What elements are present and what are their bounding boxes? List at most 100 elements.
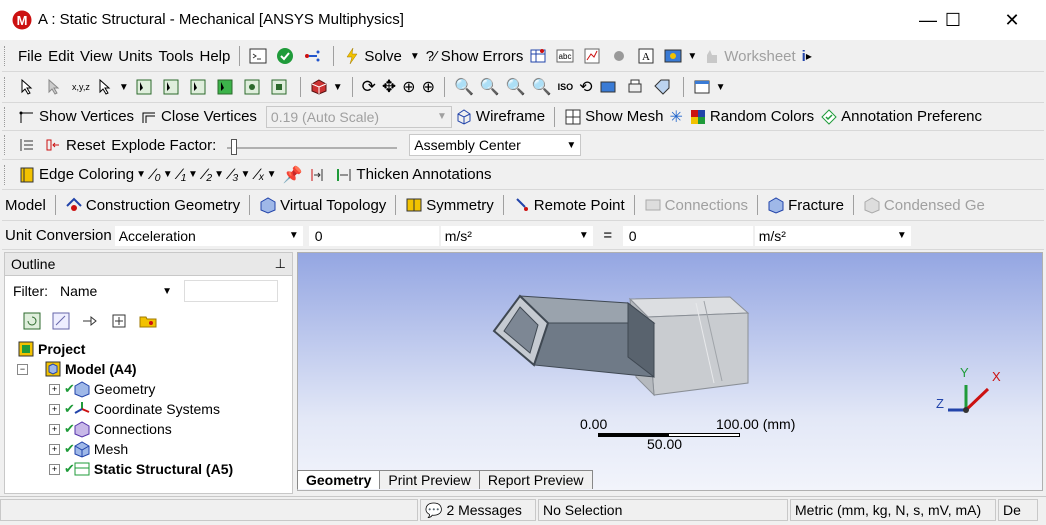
select-mode-icon[interactable]: [42, 75, 69, 99]
connect-icon[interactable]: [300, 44, 327, 68]
annotation-a-icon[interactable]: A: [634, 44, 661, 68]
units-status[interactable]: Metric (mm, kg, N, s, mV, mA): [790, 499, 996, 521]
annotation-preferences-button[interactable]: Annotation Preferenc: [817, 105, 985, 129]
tab-print-preview[interactable]: Print Preview: [379, 470, 480, 489]
show-vertices-button[interactable]: Show Vertices: [15, 105, 137, 129]
info-cursor-icon[interactable]: i ▸: [799, 44, 815, 68]
iso-view-icon[interactable]: ISO: [555, 75, 577, 99]
edge-filter-icon[interactable]: [159, 75, 186, 99]
value-out-input[interactable]: 0: [622, 225, 753, 246]
command-prompt-icon[interactable]: [246, 44, 273, 68]
explode-view-icon[interactable]: ✳: [666, 105, 685, 129]
fracture-button[interactable]: Fracture: [764, 193, 847, 217]
expand-toggle[interactable]: +: [49, 403, 60, 415]
face-filter-icon[interactable]: [186, 75, 213, 99]
collapse-tree-icon[interactable]: [52, 312, 70, 330]
pin-icon[interactable]: 📌: [279, 163, 305, 187]
remote-point-button[interactable]: Remote Point: [510, 193, 628, 217]
close-button[interactable]: ✕: [990, 6, 1034, 34]
refresh-tree-icon[interactable]: [23, 312, 41, 330]
menu-view[interactable]: View: [77, 44, 115, 68]
menu-edit[interactable]: Edit: [45, 44, 77, 68]
assembly-center-select[interactable]: Assembly Center ▼: [409, 134, 582, 156]
tree-node-geometry[interactable]: + ✔ Geometry: [49, 379, 155, 399]
unit-in-select[interactable]: m/s² ▼: [440, 225, 593, 246]
edge-x-dropdown[interactable]: ∕ₓ ▼: [253, 163, 279, 187]
filter-select[interactable]: Name ▼: [56, 281, 176, 301]
previous-view-icon[interactable]: ⟲: [576, 75, 595, 99]
connections-button[interactable]: Connections: [641, 193, 751, 217]
window-layout-dropdown[interactable]: ▼: [690, 75, 729, 99]
menu-help[interactable]: Help: [197, 44, 234, 68]
expand-toggle[interactable]: +: [49, 383, 60, 395]
abc-icon[interactable]: abc: [553, 44, 580, 68]
condensed-geometry-button[interactable]: Condensed Ge: [860, 193, 988, 217]
xyz-select-icon[interactable]: x,y,z: [69, 75, 93, 99]
tree-node-connections[interactable]: + ✔ Connections: [49, 419, 172, 439]
tree-node-coordinate-systems[interactable]: + ✔ Coordinate Systems: [49, 399, 220, 419]
vertex-filter-icon[interactable]: [132, 75, 159, 99]
print-icon[interactable]: [623, 75, 650, 99]
cube-dropdown[interactable]: ▼: [307, 75, 346, 99]
tag-icon[interactable]: [650, 75, 677, 99]
thicken-annotations-button[interactable]: Thicken Annotations: [332, 163, 494, 187]
pin-panel-icon[interactable]: ⊥: [275, 256, 286, 272]
close-vertices-button[interactable]: Close Vertices: [137, 105, 260, 129]
zoom-green-icon[interactable]: 🔍: [503, 75, 529, 99]
angle-units-status[interactable]: De: [998, 499, 1038, 521]
body-filter-icon[interactable]: [213, 75, 240, 99]
edge-2-dropdown[interactable]: ∕₂ ▼: [201, 163, 227, 187]
tree-node-model[interactable]: − Model (A4): [17, 359, 137, 379]
check-icon[interactable]: [273, 44, 300, 68]
edge-0-dropdown[interactable]: ∕₀ ▼: [149, 163, 176, 187]
table-icon[interactable]: [526, 44, 553, 68]
expand-tree-icon[interactable]: [81, 312, 99, 330]
rotate-icon[interactable]: ⟳: [359, 75, 379, 99]
virtual-topology-button[interactable]: Virtual Topology: [256, 193, 389, 217]
tree-node-project[interactable]: Project: [17, 339, 85, 359]
zoom-fit-icon[interactable]: 🔍: [451, 75, 477, 99]
tree-node-mesh[interactable]: + ✔ Mesh: [49, 439, 128, 459]
symmetry-button[interactable]: Symmetry: [402, 193, 497, 217]
pointer-icon[interactable]: [15, 75, 42, 99]
show-errors-button[interactable]: ?⁄ Show Errors: [423, 44, 527, 68]
tab-geometry[interactable]: Geometry: [297, 470, 381, 489]
collapse-toggle[interactable]: −: [17, 363, 28, 375]
edge-1-dropdown[interactable]: ∕₁ ▼: [176, 163, 201, 187]
filter-search-input[interactable]: [184, 280, 278, 302]
expand-all-icon[interactable]: [110, 312, 128, 330]
zoom-icon[interactable]: ⊕: [399, 75, 418, 99]
worksheet-button[interactable]: Worksheet: [700, 44, 798, 68]
expand-toggle[interactable]: +: [49, 443, 60, 455]
menu-tools[interactable]: Tools: [155, 44, 196, 68]
construction-geometry-button[interactable]: Construction Geometry: [62, 193, 243, 217]
selection-type-dropdown[interactable]: ▼: [93, 75, 132, 99]
edge-3-dropdown[interactable]: ∕₃ ▼: [227, 163, 253, 187]
thin-annotations-icon[interactable]: [305, 163, 332, 187]
solve-button[interactable]: Solve: [340, 44, 405, 68]
show-mesh-button[interactable]: Show Mesh: [561, 105, 666, 129]
gear-hand-icon[interactable]: [607, 44, 634, 68]
tab-report-preview[interactable]: Report Preview: [478, 470, 593, 489]
explode-factor-slider[interactable]: [227, 135, 398, 155]
menu-file[interactable]: File: [15, 44, 45, 68]
folder-icon[interactable]: [139, 312, 157, 330]
edge-coloring-dropdown[interactable]: Edge Coloring ▼: [15, 163, 149, 187]
expand-toggle[interactable]: +: [49, 423, 60, 435]
zoom-box-icon[interactable]: ⊕: [419, 75, 438, 99]
expand-toggle[interactable]: +: [49, 463, 60, 475]
unit-out-select[interactable]: m/s² ▼: [754, 225, 911, 246]
graphics-viewport[interactable]: 0.00 100.00 (mm) 50.00 Y X Z: [297, 252, 1043, 491]
reset-button[interactable]: Reset: [42, 133, 108, 157]
element-filter-icon[interactable]: [267, 75, 294, 99]
messages-button[interactable]: 💬 2 Messages: [420, 499, 536, 521]
menu-units[interactable]: Units: [115, 44, 155, 68]
solve-dropdown[interactable]: ▼: [405, 44, 423, 68]
node-filter-icon[interactable]: [240, 75, 267, 99]
tree-node-static-structural[interactable]: + ✔ Static Structural (A5): [49, 459, 233, 479]
view-box-icon[interactable]: [596, 75, 623, 99]
value-in-input[interactable]: 0: [308, 225, 439, 246]
zoom-box-select-icon[interactable]: 🔍: [477, 75, 503, 99]
pan-icon[interactable]: ✥: [379, 75, 399, 99]
quantity-select[interactable]: Acceleration ▼: [114, 225, 303, 246]
